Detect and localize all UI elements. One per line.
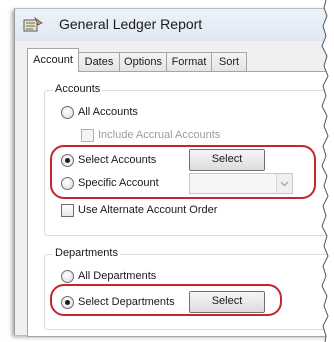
checkbox-icon[interactable] bbox=[61, 204, 74, 217]
tab-sort[interactable]: Sort bbox=[211, 52, 247, 71]
tab-options[interactable]: Options bbox=[119, 52, 167, 71]
checkbox-icon[interactable] bbox=[81, 129, 94, 142]
title-bar: General Ledger Report bbox=[15, 9, 334, 41]
tab-dates[interactable]: Dates bbox=[78, 52, 120, 71]
departments-selection-highlight bbox=[50, 284, 282, 316]
tab-format[interactable]: Format bbox=[166, 52, 212, 71]
radio-icon[interactable] bbox=[61, 270, 74, 283]
include-accrual-label: Include Accrual Accounts bbox=[98, 129, 221, 141]
departments-legend: Departments bbox=[53, 247, 120, 259]
radio-icon[interactable] bbox=[61, 106, 74, 119]
accounts-selection-highlight bbox=[50, 145, 316, 199]
ledger-icon bbox=[23, 16, 43, 33]
tab-account[interactable]: Account bbox=[27, 48, 79, 72]
accounts-legend: Accounts bbox=[53, 83, 103, 95]
alternate-order-label: Use Alternate Account Order bbox=[78, 204, 218, 216]
account-tab-panel: Accounts All Accounts Include Accrual Ac… bbox=[27, 71, 334, 337]
report-window: General Ledger Report Account Dates Opti… bbox=[14, 8, 334, 337]
torn-edge-decoration bbox=[321, 0, 334, 342]
all-accounts-label: All Accounts bbox=[78, 106, 138, 118]
all-departments-label: All Departments bbox=[78, 270, 157, 282]
window-title: General Ledger Report bbox=[59, 16, 203, 32]
